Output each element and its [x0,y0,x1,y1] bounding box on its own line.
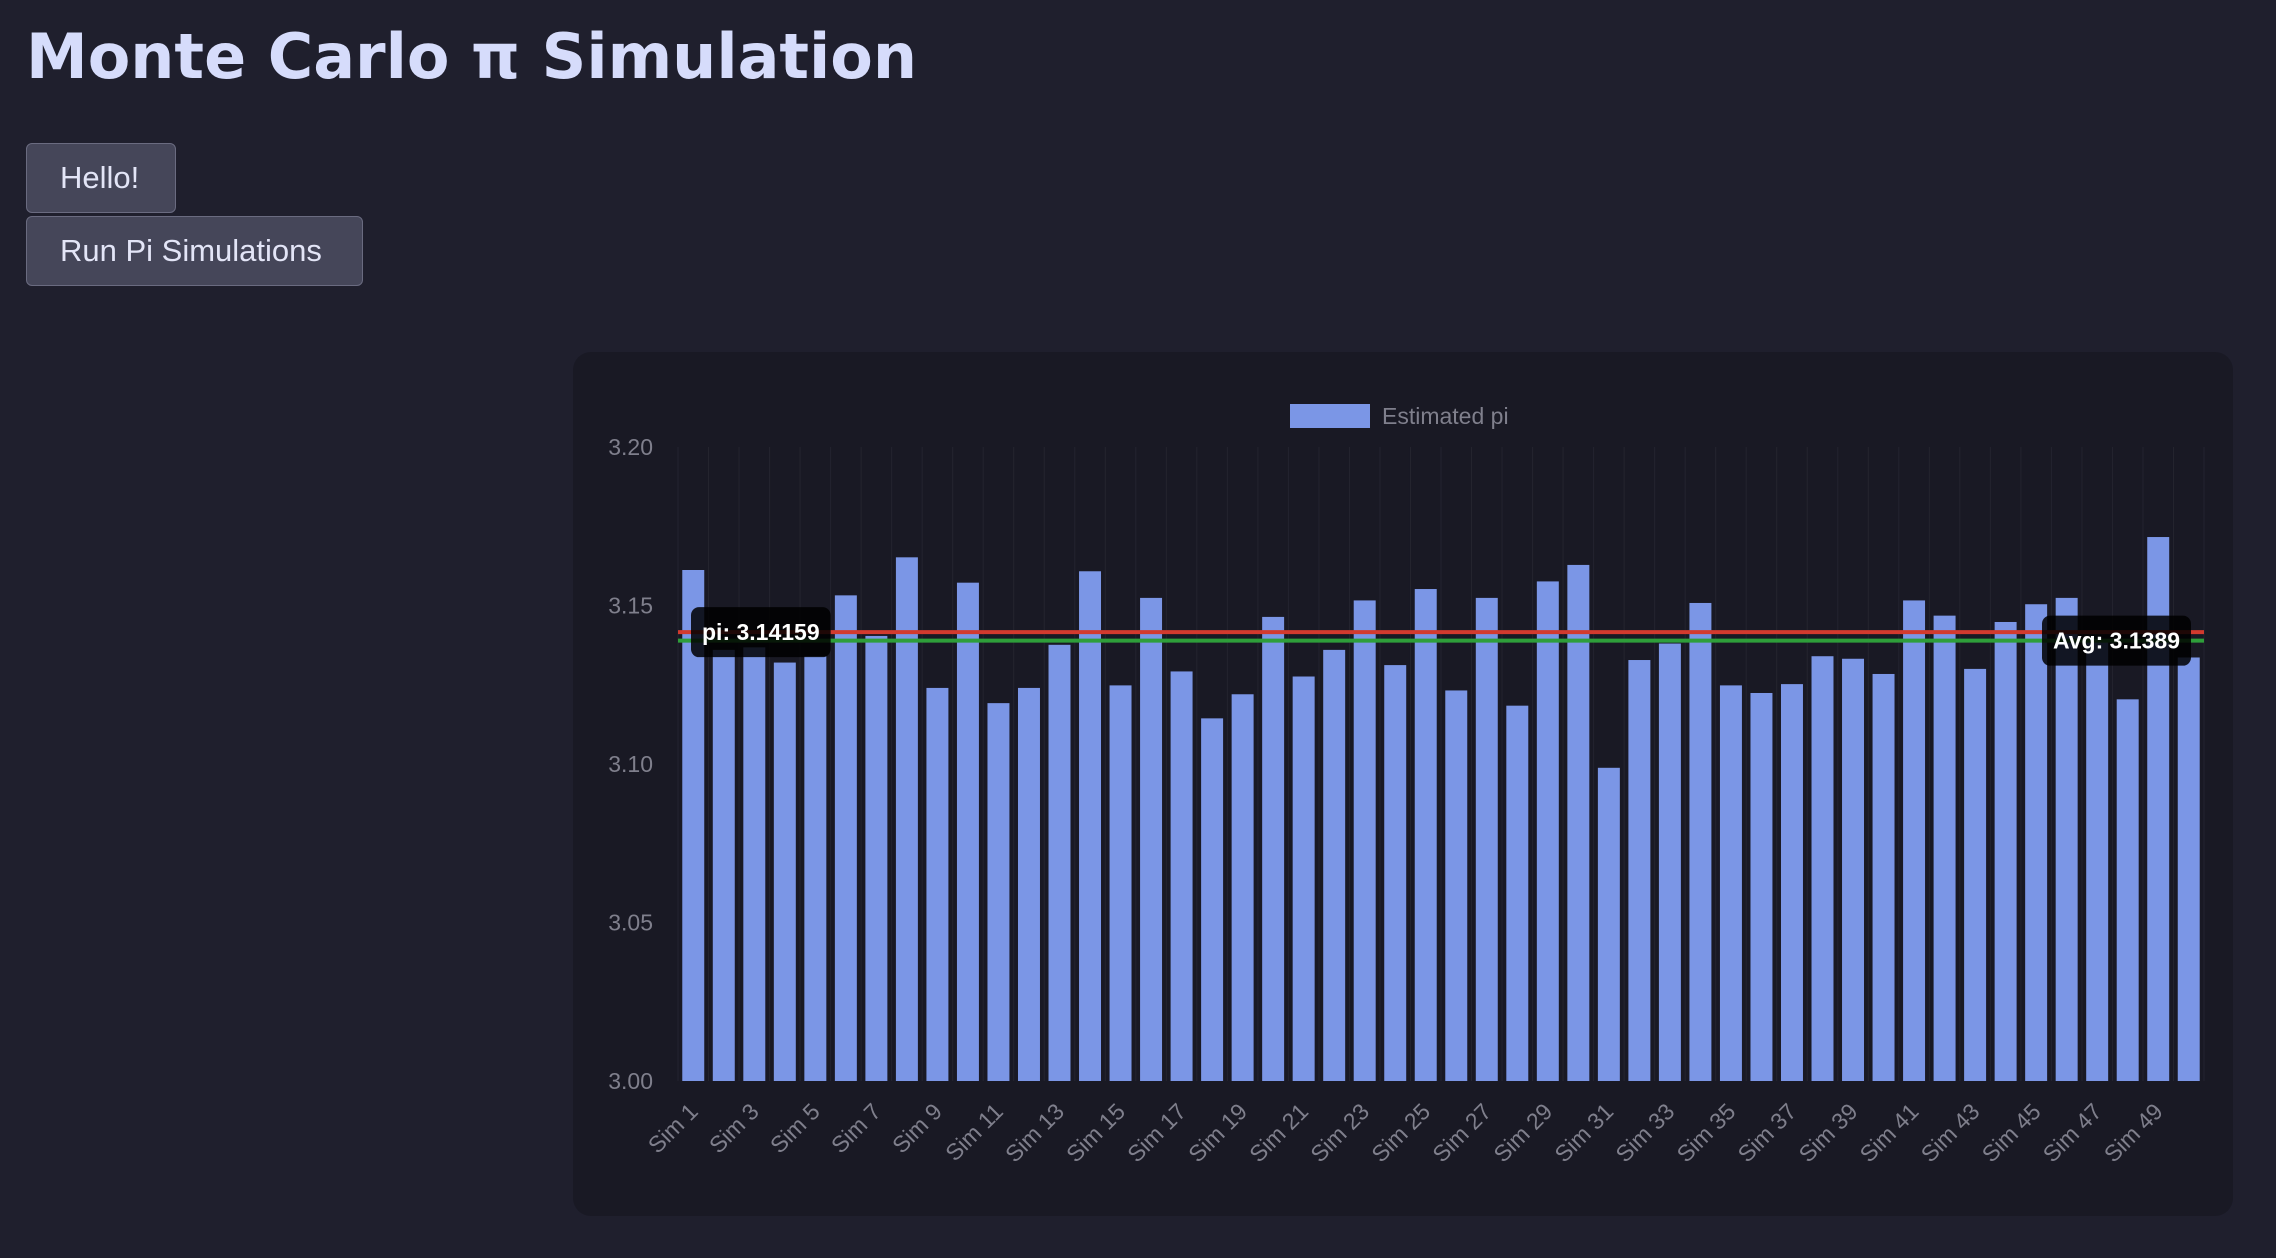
y-tick-label: 3.00 [608,1068,653,1094]
y-tick-label: 3.05 [608,910,653,936]
bar-sim-5[interactable] [804,656,827,1081]
annotation-pi: pi: 3.14159 [691,607,831,658]
hello-button[interactable]: Hello! [26,143,176,213]
legend: Estimated pi [1290,403,1509,429]
bar-sim-48[interactable] [2116,699,2139,1081]
x-tick-label: Sim 17 [1122,1098,1191,1167]
bar-sim-35[interactable] [1719,685,1742,1081]
bar-sim-29[interactable] [1536,581,1559,1081]
bar-sim-6[interactable] [834,595,857,1081]
bar-sim-28[interactable] [1506,705,1529,1081]
x-tick-label: Sim 41 [1855,1098,1924,1167]
annotation-label: Avg: 3.1389 [2053,628,2180,654]
bar-sim-3[interactable] [743,647,766,1081]
x-tick-label: Sim 1 [643,1098,703,1158]
bar-sim-24[interactable] [1384,665,1407,1081]
bar-sim-38[interactable] [1811,656,1834,1081]
bar-sim-39[interactable] [1842,658,1865,1081]
x-tick-label: Sim 7 [826,1098,886,1158]
x-tick-label: Sim 39 [1794,1098,1863,1167]
run-simulations-button[interactable]: Run Pi Simulations [26,216,363,286]
annotation-average: Avg: 3.1389 [2042,615,2191,666]
x-tick-label: Sim 47 [2038,1098,2107,1167]
bar-sim-40[interactable] [1872,673,1895,1081]
chart-card: pi: 3.14159 Avg: 3.1389 3.00 3.05 3.10 3.15 3… [573,352,2233,1216]
bar-sim-25[interactable] [1414,589,1437,1081]
bar-sim-21[interactable] [1292,676,1315,1081]
x-tick-label: Sim 45 [1977,1098,2046,1167]
bar-sim-11[interactable] [987,703,1010,1081]
bar-sim-34[interactable] [1689,602,1712,1081]
x-tick-label: Sim 37 [1733,1098,1802,1167]
bar-sim-42[interactable] [1933,615,1956,1081]
x-tick-label: Sim 5 [765,1098,825,1158]
bar-sim-32[interactable] [1628,660,1651,1081]
bar-sim-16[interactable] [1140,597,1163,1081]
bar-sim-50[interactable] [2177,657,2200,1081]
annotation-label: pi: 3.14159 [702,619,820,645]
bar-sim-31[interactable] [1597,767,1620,1081]
bar-sim-15[interactable] [1109,685,1132,1081]
bar-sim-13[interactable] [1048,644,1071,1081]
x-tick-label: Sim 21 [1244,1098,1313,1167]
bar-sim-12[interactable] [1017,687,1040,1081]
bar-sim-17[interactable] [1170,671,1193,1081]
bar-sim-45[interactable] [2025,604,2048,1081]
bar-sim-26[interactable] [1445,690,1468,1081]
bar-sim-44[interactable] [1994,621,2017,1081]
x-tick-label: Sim 3 [704,1098,764,1158]
x-tick-label: Sim 15 [1061,1098,1130,1167]
y-tick-label: 3.10 [608,751,653,777]
bar-sim-33[interactable] [1658,643,1681,1081]
bar-sim-22[interactable] [1323,649,1346,1081]
bar-sim-41[interactable] [1903,600,1926,1081]
x-tick-label: Sim 43 [1916,1098,1985,1167]
page-title: Monte Carlo π Simulation [26,20,918,93]
bar-sim-37[interactable] [1780,684,1803,1081]
bar-sim-14[interactable] [1079,571,1102,1081]
x-tick-label: Sim 29 [1488,1098,1557,1167]
x-tick-label: Sim 25 [1366,1098,1435,1167]
bar-sim-20[interactable] [1262,616,1285,1081]
bar-sim-9[interactable] [926,687,949,1081]
y-tick-label: 3.20 [608,434,653,460]
bar-sim-18[interactable] [1201,718,1224,1081]
x-tick-label: Sim 33 [1610,1098,1679,1167]
x-tick-label: Sim 9 [887,1098,947,1158]
x-tick-label: Sim 31 [1549,1098,1618,1167]
x-tick-label: Sim 23 [1305,1098,1374,1167]
bar-sim-46[interactable] [2055,597,2078,1081]
bar-sim-8[interactable] [895,557,918,1081]
legend-swatch[interactable] [1290,404,1370,428]
x-tick-label: Sim 13 [1000,1098,1069,1167]
bar-sim-27[interactable] [1475,597,1498,1081]
x-tick-label: Sim 35 [1671,1098,1740,1167]
estimated-pi-bar-chart: pi: 3.14159 Avg: 3.1389 3.003.053.103.153… [608,403,2205,1167]
x-tick-label: Sim 19 [1183,1098,1252,1167]
bar-sim-43[interactable] [1964,668,1987,1081]
x-tick-label: Sim 11 [940,1098,1008,1166]
x-tick-label: Sim 49 [2099,1098,2168,1167]
bar-sim-23[interactable] [1353,600,1376,1081]
bar-sim-36[interactable] [1750,692,1773,1081]
legend-label[interactable]: Estimated pi [1382,403,1509,429]
bar-sim-47[interactable] [2086,642,2109,1081]
bar-sim-10[interactable] [956,582,979,1081]
x-tick-label: Sim 27 [1427,1098,1496,1167]
x-axis-ticks: Sim 1 Sim 3 Sim 5 Sim 7 Sim 9Sim 11Sim 13Sim… [643,1098,2168,1167]
bar-sim-2[interactable] [712,649,735,1081]
bar-sim-7[interactable] [865,635,888,1081]
y-tick-label: 3.15 [608,593,653,619]
bar-sim-19[interactable] [1231,694,1254,1081]
bar-sim-4[interactable] [773,662,796,1081]
y-axis-ticks: 3.00 3.05 3.10 3.15 3.20 [608,434,653,1094]
